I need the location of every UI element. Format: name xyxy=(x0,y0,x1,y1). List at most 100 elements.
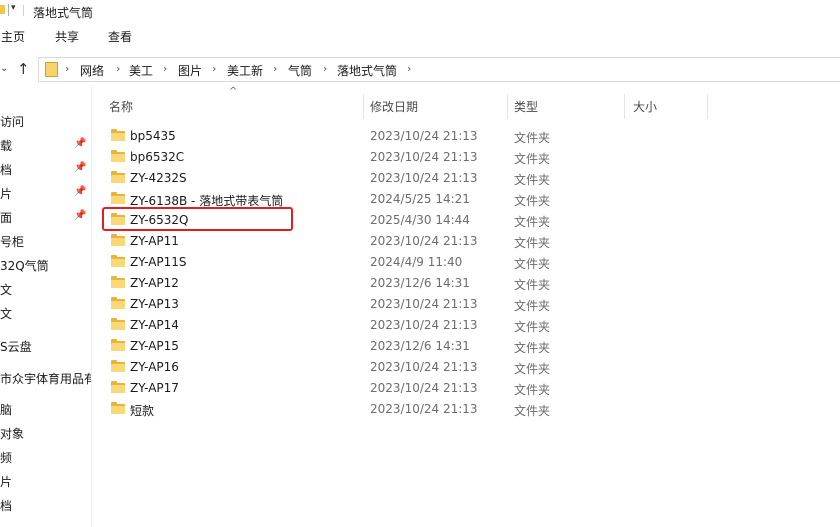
chevron-right-icon[interactable]: › xyxy=(407,62,411,75)
pin-icon[interactable]: 📌 xyxy=(74,138,86,149)
quick-access-dropdown-icon[interactable]: ▾ xyxy=(11,3,16,13)
tab-home[interactable]: 主页 xyxy=(1,28,25,45)
column-divider[interactable] xyxy=(624,94,625,119)
breadcrumb-meigong-new[interactable]: 美工新 xyxy=(227,62,263,79)
file-row[interactable]: ZY-AP16 2023/10/24 21:13 文件夹 xyxy=(92,357,840,378)
folder-icon xyxy=(111,381,125,393)
folder-icon xyxy=(111,171,125,183)
pin-icon[interactable]: 📌 xyxy=(74,162,86,173)
sidebar-item[interactable]: 片 xyxy=(0,471,91,491)
breadcrumb-network[interactable]: 网络 xyxy=(80,62,104,79)
folder-icon xyxy=(111,402,125,414)
file-name: ZY-AP17 xyxy=(130,381,179,395)
file-modified: 2023/10/24 21:13 xyxy=(370,129,478,143)
file-modified: 2023/10/24 21:13 xyxy=(370,150,478,164)
pin-icon[interactable]: 📌 xyxy=(74,210,86,221)
file-type: 文件夹 xyxy=(514,299,551,313)
breadcrumb-images[interactable]: 图片 xyxy=(178,62,202,79)
sidebar-item[interactable]: 脑 xyxy=(0,399,91,419)
file-row[interactable]: ZY-AP11 2023/10/24 21:13 文件夹 xyxy=(92,231,840,252)
file-row[interactable]: ZY-AP11S 2024/4/9 11:40 文件夹 xyxy=(92,252,840,273)
sidebar-item-label: 频 xyxy=(0,451,13,465)
tab-share[interactable]: 共享 xyxy=(55,28,79,45)
folder-icon xyxy=(0,5,5,14)
file-row[interactable]: ZY-AP13 2023/10/24 21:13 文件夹 xyxy=(92,294,840,315)
column-divider[interactable] xyxy=(707,94,708,119)
file-row[interactable]: ZY-AP17 2023/10/24 21:13 文件夹 xyxy=(92,378,840,399)
column-divider[interactable] xyxy=(363,94,364,119)
breadcrumb-pump[interactable]: 气筒 xyxy=(288,62,312,79)
column-header-name[interactable]: 名称 xyxy=(109,98,133,115)
column-header-size[interactable]: 大小 xyxy=(633,98,657,115)
sidebar-item[interactable]: 档 📌 xyxy=(0,159,91,179)
sidebar-item-label: 访问 xyxy=(0,115,25,129)
folder-icon xyxy=(111,192,125,204)
breadcrumb-meigong[interactable]: 美工 xyxy=(129,62,153,79)
pin-icon[interactable]: 📌 xyxy=(74,186,86,197)
file-name: ZY-AP14 xyxy=(130,318,179,332)
file-name: ZY-4232S xyxy=(130,171,187,185)
folder-icon xyxy=(111,360,125,372)
file-modified: 2023/10/24 21:13 xyxy=(370,234,478,248)
file-name: bp5435 xyxy=(130,129,176,143)
recent-locations-chevron-icon[interactable]: ⌄ xyxy=(0,63,8,74)
sidebar-item[interactable]: 载 📌 xyxy=(0,135,91,155)
sidebar-item[interactable]: 档 xyxy=(0,495,91,515)
sidebar-item[interactable]: 文 xyxy=(0,279,91,299)
file-type: 文件夹 xyxy=(514,278,551,292)
breadcrumb-floor-pump[interactable]: 落地式气筒 xyxy=(337,62,397,79)
sidebar-item[interactable]: 对象 xyxy=(0,423,91,443)
tab-view[interactable]: 查看 xyxy=(108,28,132,45)
file-name: bp6532C xyxy=(130,150,185,164)
file-row[interactable]: 短款 2023/10/24 21:13 文件夹 xyxy=(92,399,840,420)
chevron-right-icon[interactable]: › xyxy=(116,62,120,75)
chevron-right-icon[interactable]: › xyxy=(163,62,167,75)
sidebar-item[interactable]: 面 📌 xyxy=(0,207,91,227)
sidebar-item[interactable]: 访问 xyxy=(0,111,91,131)
sidebar-item-label: 脑 xyxy=(0,403,13,417)
file-row[interactable]: ZY-AP15 2023/12/6 14:31 文件夹 xyxy=(92,336,840,357)
file-row[interactable]: ZY-4232S 2023/10/24 21:13 文件夹 xyxy=(92,168,840,189)
column-header-type[interactable]: 类型 xyxy=(514,98,538,115)
sidebar-item[interactable]: S云盘 xyxy=(0,336,91,356)
address-bar[interactable]: › 网络 › 美工 › 图片 › 美工新 › 气筒 › 落地式气筒 › xyxy=(38,57,840,82)
file-type: 文件夹 xyxy=(514,236,551,250)
file-type: 文件夹 xyxy=(514,362,551,376)
file-type: 文件夹 xyxy=(514,173,551,187)
sidebar-item[interactable]: 片 📌 xyxy=(0,183,91,203)
file-type: 文件夹 xyxy=(514,131,551,145)
sidebar-item[interactable]: 文 xyxy=(0,303,91,323)
file-type: 文件夹 xyxy=(514,257,551,271)
file-type: 文件夹 xyxy=(514,152,551,166)
file-row[interactable]: bp5435 2023/10/24 21:13 文件夹 xyxy=(92,126,840,147)
file-type: 文件夹 xyxy=(514,194,551,208)
file-modified: 2023/10/24 21:13 xyxy=(370,381,478,395)
column-divider[interactable] xyxy=(507,94,508,119)
sidebar-item-label: S云盘 xyxy=(0,340,32,354)
sidebar-item-label: 32Q气筒 xyxy=(0,259,49,273)
file-modified: 2023/12/6 14:31 xyxy=(370,339,470,353)
folder-icon xyxy=(111,129,125,141)
chevron-right-icon[interactable]: › xyxy=(65,62,69,75)
file-modified: 2024/5/25 14:21 xyxy=(370,192,470,206)
column-header-modified[interactable]: 修改日期 xyxy=(370,98,418,115)
file-name: ZY-AP12 xyxy=(130,276,179,290)
separator xyxy=(8,4,9,16)
sidebar-item[interactable]: 市众宇体育用品有 xyxy=(0,368,91,388)
file-row[interactable]: ZY-AP14 2023/10/24 21:13 文件夹 xyxy=(92,315,840,336)
chevron-right-icon[interactable]: › xyxy=(212,62,216,75)
sidebar-item-label: 片 xyxy=(0,475,13,489)
highlight-box xyxy=(102,207,293,231)
sidebar-item[interactable]: 频 xyxy=(0,447,91,467)
file-modified: 2025/4/30 14:44 xyxy=(370,213,470,227)
file-row[interactable]: ZY-AP12 2023/12/6 14:31 文件夹 xyxy=(92,273,840,294)
up-arrow-icon[interactable]: ↑ xyxy=(17,60,30,78)
file-modified: 2024/4/9 11:40 xyxy=(370,255,463,269)
chevron-right-icon[interactable]: › xyxy=(273,62,277,75)
file-modified: 2023/10/24 21:13 xyxy=(370,297,478,311)
sidebar-item[interactable]: 32Q气筒 xyxy=(0,255,91,275)
sidebar-item[interactable]: 号柜 xyxy=(0,231,91,251)
folder-icon xyxy=(111,318,125,330)
chevron-right-icon[interactable]: › xyxy=(323,62,327,75)
file-row[interactable]: bp6532C 2023/10/24 21:13 文件夹 xyxy=(92,147,840,168)
